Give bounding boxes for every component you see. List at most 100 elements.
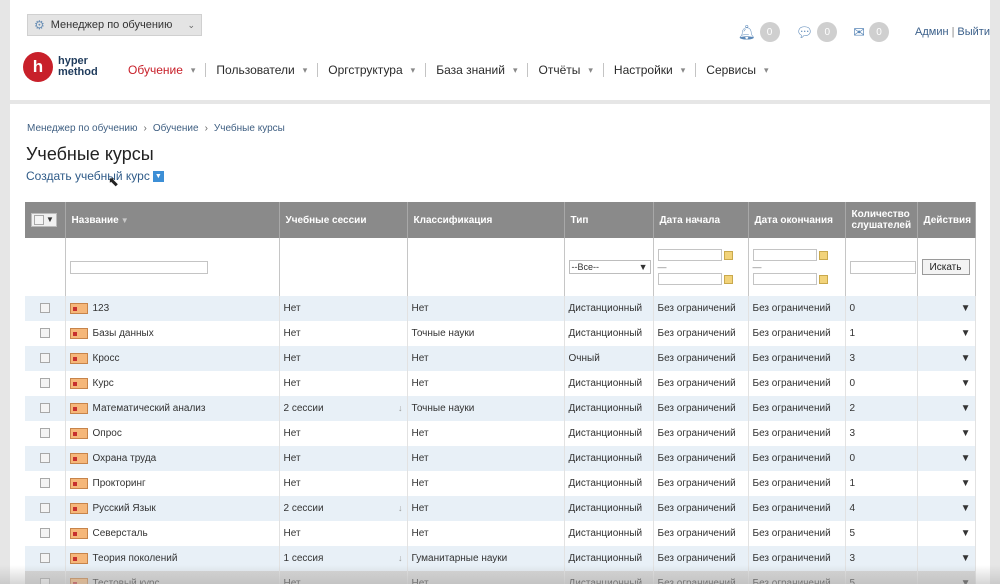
- table-row[interactable]: Теория поколений 1 сессия ↓ Гуманитарные на…: [25, 546, 976, 571]
- row-checkbox[interactable]: [39, 528, 50, 539]
- course-name-cell[interactable]: Охрана труда: [65, 446, 280, 471]
- course-name-link[interactable]: Базы данных: [93, 328, 154, 339]
- course-name-cell[interactable]: Прокторинг: [65, 471, 280, 496]
- end-date-from-input[interactable]: [752, 249, 817, 261]
- course-name-cell[interactable]: Русский Язык: [65, 496, 280, 521]
- row-checkbox[interactable]: [39, 428, 50, 439]
- table-row[interactable]: Прокторинг Нет Нет Дистанционный Без огранич…: [25, 471, 976, 496]
- column-header-listeners[interactable]: Количество слушателей: [845, 202, 918, 238]
- table-row[interactable]: Математический анализ 2 сессии ↓ Точные нау…: [25, 396, 976, 421]
- course-name-cell[interactable]: Кросс: [65, 346, 280, 371]
- breadcrumb-item[interactable]: Менеджер по обучению: [27, 123, 138, 134]
- notification-mail[interactable]: ✉ 0: [853, 22, 890, 42]
- course-name-link[interactable]: Прокторинг: [93, 478, 146, 489]
- course-name-link[interactable]: Опрос: [93, 428, 122, 439]
- row-checkbox[interactable]: [39, 553, 50, 564]
- column-header-name[interactable]: Название ▼: [65, 202, 280, 238]
- row-actions-menu[interactable]: ▼: [917, 546, 976, 571]
- create-course-link[interactable]: Создать учебный курс ▼: [26, 169, 164, 183]
- dropdown-arrow-icon[interactable]: ▼: [152, 170, 164, 182]
- course-name-cell[interactable]: Курс: [65, 371, 280, 396]
- calendar-icon[interactable]: [818, 274, 828, 284]
- row-actions-menu[interactable]: ▼: [917, 346, 976, 371]
- course-name-cell[interactable]: 123: [65, 296, 280, 321]
- end-date-to-input[interactable]: [752, 273, 817, 285]
- table-row[interactable]: Русский Язык 2 сессии ↓ Нет Дистанционный Без…: [25, 496, 976, 521]
- row-actions-menu[interactable]: ▼: [917, 321, 976, 346]
- table-row[interactable]: Курс Нет Нет Дистанционный Без ограничений Бе…: [25, 371, 976, 396]
- course-name-cell[interactable]: Математический анализ: [65, 396, 280, 421]
- column-header-type[interactable]: Тип: [564, 202, 654, 238]
- row-actions-menu[interactable]: ▼: [917, 296, 976, 321]
- course-name-link[interactable]: Математический анализ: [93, 403, 206, 414]
- role-selector[interactable]: ⚙ Менеджер по обучению ⌄: [27, 14, 202, 36]
- row-checkbox[interactable]: [39, 353, 50, 364]
- course-name-link[interactable]: Русский Язык: [93, 503, 156, 514]
- expand-arrow-icon[interactable]: ↓: [398, 403, 403, 413]
- table-row[interactable]: 123 Нет Нет Дистанционный Без ограничений Без…: [25, 296, 976, 321]
- row-checkbox[interactable]: [39, 403, 50, 414]
- calendar-icon[interactable]: [723, 250, 733, 260]
- logo[interactable]: h hyper method: [23, 52, 98, 82]
- nav-item-orgstructure[interactable]: Оргструктура ▾: [318, 63, 427, 77]
- table-row[interactable]: Северсталь Нет Нет Дистанционный Без огранич…: [25, 521, 976, 546]
- column-header-end-date[interactable]: Дата окончания: [748, 202, 846, 238]
- logout-link[interactable]: Выйти: [957, 26, 990, 38]
- notification-bell[interactable]: 🔔︎ 0: [738, 22, 780, 42]
- start-date-to-input[interactable]: [657, 273, 722, 285]
- listeners-filter-input[interactable]: [849, 260, 916, 274]
- column-header-start-date[interactable]: Дата начала: [653, 202, 749, 238]
- row-checkbox[interactable]: [39, 328, 50, 339]
- row-actions-menu[interactable]: ▼: [917, 521, 976, 546]
- row-actions-menu[interactable]: ▼: [917, 421, 976, 446]
- breadcrumb-item[interactable]: Учебные курсы: [214, 123, 285, 134]
- calendar-icon[interactable]: [723, 274, 733, 284]
- expand-arrow-icon[interactable]: ↓: [398, 503, 403, 513]
- row-checkbox[interactable]: [39, 503, 50, 514]
- select-all-checkbox[interactable]: [34, 214, 44, 225]
- course-name-link[interactable]: Охрана труда: [93, 453, 157, 464]
- nav-item-users[interactable]: Пользователи ▾: [206, 63, 319, 77]
- course-name-link[interactable]: Северсталь: [93, 528, 148, 539]
- user-name-link[interactable]: Админ: [915, 26, 949, 38]
- row-checkbox[interactable]: [39, 303, 50, 314]
- column-header-classification[interactable]: Классификация: [407, 202, 565, 238]
- course-name-cell[interactable]: Северсталь: [65, 521, 280, 546]
- course-name-cell[interactable]: Тестовый курс: [65, 571, 280, 584]
- type-filter-select[interactable]: --Все-- ▼: [568, 260, 651, 274]
- row-checkbox[interactable]: [39, 578, 50, 584]
- calendar-icon[interactable]: [818, 250, 828, 260]
- row-actions-menu[interactable]: ▼: [917, 396, 976, 421]
- row-actions-menu[interactable]: ▼: [917, 571, 976, 584]
- nav-item-knowledge-base[interactable]: База знаний ▾: [426, 63, 529, 77]
- course-name-link[interactable]: Кросс: [93, 353, 120, 364]
- nav-item-learning[interactable]: Обучение ▾: [118, 63, 207, 77]
- row-actions-menu[interactable]: ▼: [917, 496, 976, 521]
- row-checkbox[interactable]: [39, 378, 50, 389]
- notification-chat[interactable]: 💬︎ 0: [796, 22, 838, 42]
- table-row[interactable]: Базы данных Нет Точные науки Дистанционный Б…: [25, 321, 976, 346]
- course-name-link[interactable]: Тестовый курс: [93, 578, 160, 584]
- table-row[interactable]: Тестовый курс Нет Нет Дистанционный Без огра…: [25, 571, 976, 584]
- select-all-control[interactable]: ▼: [31, 212, 57, 227]
- nav-item-services[interactable]: Сервисы ▾: [696, 63, 778, 77]
- nav-item-settings[interactable]: Настройки ▾: [604, 63, 697, 77]
- row-checkbox[interactable]: [39, 453, 50, 464]
- column-header-sessions[interactable]: Учебные сессии: [279, 202, 408, 238]
- search-button[interactable]: Искать: [921, 259, 970, 275]
- start-date-from-input[interactable]: [657, 249, 722, 261]
- table-row[interactable]: Опрос Нет Нет Дистанционный Без ограничений Б…: [25, 421, 976, 446]
- name-filter-input[interactable]: [69, 260, 208, 274]
- course-name-cell[interactable]: Теория поколений: [65, 546, 280, 571]
- row-actions-menu[interactable]: ▼: [917, 471, 976, 496]
- breadcrumb-item[interactable]: Обучение: [153, 123, 199, 134]
- row-actions-menu[interactable]: ▼: [917, 371, 976, 396]
- row-checkbox[interactable]: [39, 478, 50, 489]
- row-actions-menu[interactable]: ▼: [917, 446, 976, 471]
- nav-item-reports[interactable]: Отчёты ▾: [528, 63, 604, 77]
- expand-arrow-icon[interactable]: ↓: [398, 553, 403, 563]
- table-row[interactable]: Кросс Нет Нет Очный Без ограничений Без огран…: [25, 346, 976, 371]
- course-name-link[interactable]: Теория поколений: [93, 553, 178, 564]
- table-row[interactable]: Охрана труда Нет Нет Дистанционный Без огран…: [25, 446, 976, 471]
- course-name-cell[interactable]: Базы данных: [65, 321, 280, 346]
